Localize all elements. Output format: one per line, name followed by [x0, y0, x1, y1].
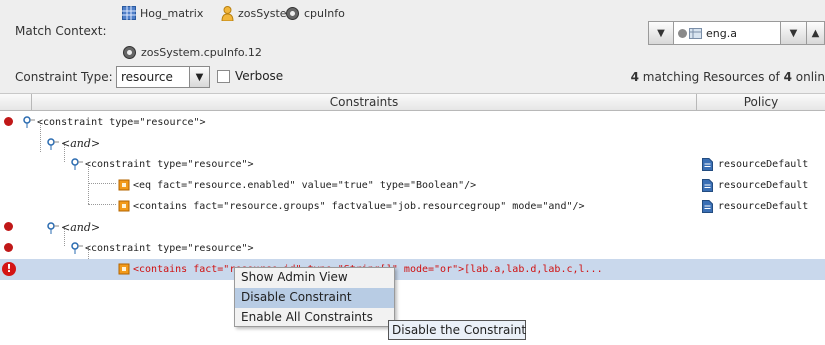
context-item-hog-matrix[interactable]: Hog_matrix [122, 6, 203, 20]
tree-row[interactable]: <constraint type="resource"> resourceDef… [0, 154, 825, 175]
tree-row[interactable]: <constraint type="resource"> [0, 238, 825, 259]
tree-node[interactable]: <constraint type="resource"> [71, 242, 254, 254]
environment-value: eng.a [706, 26, 737, 40]
constraint-text: <eq fact="resource.enabled" value="true"… [133, 179, 477, 191]
chevron-down-icon[interactable]: ▼ [781, 21, 807, 45]
tree-row[interactable]: <and> [0, 133, 825, 154]
chevron-down-icon[interactable]: ▼ [189, 67, 209, 87]
match-context-label: Match Context: [15, 24, 107, 38]
tree-branch-icon [71, 158, 83, 170]
menu-item-show-admin-view[interactable]: Show Admin View [235, 268, 394, 288]
constraint-text: <contains fact="resource.groups" factval… [133, 200, 585, 212]
tree-row[interactable]: <contains fact="resource.groups" factval… [0, 196, 825, 217]
environment-field[interactable]: eng.a [674, 21, 781, 45]
policy-text: resourceDefault [718, 159, 809, 170]
tree-row[interactable]: <eq fact="resource.enabled" value="true"… [0, 175, 825, 196]
document-icon [702, 200, 713, 213]
context-item-label: zosSystem.cpuInfo.12 [141, 46, 262, 59]
leaf-constraint-icon [118, 200, 130, 212]
leaf-constraint-icon [118, 179, 130, 191]
checkbox-box[interactable] [217, 69, 230, 83]
environment-selector[interactable]: ▼ eng.a ▼ ▲ [648, 21, 825, 45]
chevron-up-icon[interactable]: ▲ [807, 21, 825, 45]
constraint-text: <and> [61, 137, 101, 150]
tree-row[interactable]: <constraint type="resource"> [0, 112, 825, 133]
constraint-text: <constraint type="resource"> [85, 242, 254, 254]
tree-branch-icon [71, 242, 83, 254]
table-header: Constraints Policy [0, 94, 825, 111]
tree-row[interactable]: <and> [0, 217, 825, 238]
tree-node[interactable]: <constraint type="resource"> [71, 158, 254, 170]
gutter-header [0, 94, 32, 110]
policy-text: resourceDefault [718, 201, 809, 212]
constraint-type-value: resource [121, 70, 173, 84]
context-item-label: cpuInfo [304, 7, 345, 20]
verbose-label: Verbose [235, 69, 284, 83]
status-dot-icon [678, 28, 687, 38]
match-count-text: matching Resources of [638, 70, 784, 84]
context-menu: Show Admin View Disable Constraint Enabl… [234, 267, 395, 327]
match-count-suffix: onlin [791, 70, 825, 84]
constraint-type-label: Constraint Type: [15, 70, 113, 84]
status-dot-icon [4, 117, 13, 126]
constraint-text: <and> [61, 221, 101, 234]
document-icon [702, 179, 713, 192]
document-icon [702, 158, 713, 171]
gear-icon [123, 46, 136, 59]
context-item-zossystem-cpuinfo[interactable]: zosSystem.cpuInfo.12 [122, 45, 262, 60]
tree-node[interactable]: <and> [47, 221, 100, 234]
tree-branch-icon [47, 221, 59, 234]
error-icon: ! [2, 262, 16, 276]
tree-node[interactable]: <contains fact="resource.groups" factval… [116, 200, 585, 212]
tooltip: Disable the Constraint [388, 320, 526, 340]
policy-cell[interactable]: resourceDefault [702, 200, 808, 213]
policy-cell[interactable]: resourceDefault [702, 179, 808, 192]
match-count: 4 matching Resources of 4 onlin [631, 70, 825, 84]
grid-icon [122, 6, 136, 20]
policy-cell[interactable]: resourceDefault [702, 158, 808, 171]
gear-icon [286, 7, 299, 20]
tree-branch-icon [47, 137, 59, 150]
chevron-down-icon[interactable]: ▼ [648, 21, 674, 45]
grid-icon [689, 27, 702, 39]
menu-item-disable-constraint[interactable]: Disable Constraint [235, 288, 394, 308]
constraint-type-select[interactable]: resource ▼ [116, 66, 210, 88]
context-item-cpuinfo[interactable]: cpuInfo [285, 6, 345, 21]
verbose-checkbox[interactable]: Verbose [217, 69, 283, 83]
column-header-constraints[interactable]: Constraints [32, 94, 697, 110]
tree-node[interactable]: <constraint type="resource"> [23, 116, 206, 128]
policy-text: resourceDefault [718, 180, 809, 191]
context-item-label: Hog_matrix [140, 6, 204, 20]
match-count-number: 4 [630, 70, 639, 84]
user-icon [221, 6, 234, 21]
tree-node[interactable]: <eq fact="resource.enabled" value="true"… [116, 179, 476, 191]
top-panel: Match Context: Hog_matrix zosSystem cpuI… [0, 0, 825, 94]
status-dot-icon [4, 222, 13, 231]
leaf-constraint-icon [118, 263, 130, 275]
constraint-text: <constraint type="resource"> [37, 116, 206, 128]
tree-branch-icon [23, 116, 35, 128]
tree-node[interactable]: <and> [47, 137, 100, 150]
tree-row-selected[interactable]: ! <contains fact="resource.id" type="Str… [0, 259, 825, 280]
match-count-total: 4 [783, 70, 792, 84]
constraint-text: <constraint type="resource"> [85, 158, 254, 170]
status-dot-icon [4, 243, 13, 252]
menu-item-enable-all-constraints[interactable]: Enable All Constraints [235, 308, 394, 328]
column-header-policy[interactable]: Policy [697, 94, 825, 110]
